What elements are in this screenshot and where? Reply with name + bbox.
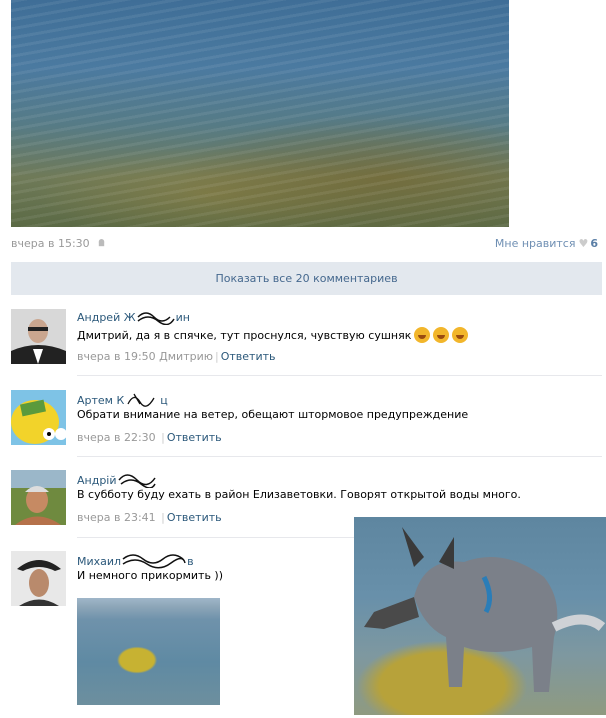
comment: Андрей Жин Дмитрий, да я в спячке, тут п… xyxy=(11,309,602,369)
reply-link[interactable]: Ответить xyxy=(167,431,222,444)
comment-author[interactable]: Андрій xyxy=(77,470,157,488)
reply-link[interactable]: Ответить xyxy=(221,350,276,363)
laugh-emoji-icon xyxy=(433,327,450,343)
comment-author[interactable]: Андрей Жин xyxy=(77,309,190,325)
comment-time[interactable]: вчера в 19:50 xyxy=(77,350,156,363)
comment-text: И немного прикормить )) xyxy=(77,569,224,582)
post-photo[interactable] xyxy=(11,0,509,227)
divider xyxy=(77,456,602,457)
redaction-scribble xyxy=(127,393,155,407)
comment-time[interactable]: вчера в 23:41 xyxy=(77,511,156,524)
like-label: Мне нравится xyxy=(494,237,576,250)
comment-text: Дмитрий, да я в спячке, тут проснулся, ч… xyxy=(77,327,469,343)
avatar[interactable] xyxy=(11,551,66,606)
laugh-emoji-icon xyxy=(414,327,431,343)
heart-icon: ♥ xyxy=(578,237,589,250)
post-meta: вчера в 15:30 xyxy=(11,237,106,250)
like-count: 6 xyxy=(590,237,598,250)
show-all-comments-button[interactable]: Показать все 20 комментариев xyxy=(11,262,602,295)
comment-time[interactable]: вчера в 22:30 xyxy=(77,431,156,444)
laugh-emoji-icon xyxy=(452,327,469,343)
comment-meta: вчера в 23:41 | Ответить xyxy=(77,511,222,524)
reply-link[interactable]: Ответить xyxy=(167,511,222,524)
post-time[interactable]: вчера в 15:30 xyxy=(11,237,90,250)
dog-figure xyxy=(364,527,606,692)
android-icon xyxy=(98,239,105,247)
avatar[interactable] xyxy=(11,390,67,445)
redaction-scribble xyxy=(137,312,175,325)
redaction-scribble xyxy=(122,554,186,569)
dog-photo[interactable] xyxy=(354,517,606,715)
comment: Артем Кц Обрати внимание на ветер, обеща… xyxy=(11,390,602,450)
comment-meta: вчера в 19:50 Дмитрию | Ответить xyxy=(77,350,276,363)
divider xyxy=(77,375,602,376)
comment-text: Обрати внимание на ветер, обещают штормо… xyxy=(77,408,469,421)
avatar[interactable] xyxy=(11,309,66,364)
like-button[interactable]: Мне нравится ♥ 6 xyxy=(495,237,598,250)
avatar[interactable] xyxy=(11,470,66,525)
comment-author[interactable]: Михаил в xyxy=(77,551,194,569)
comment-photo-dog-in-water[interactable] xyxy=(77,598,220,705)
comment-text: В субботу буду ехать в район Елизаветовк… xyxy=(77,488,521,501)
comment-meta: вчера в 22:30 | Ответить xyxy=(77,431,222,444)
comment-author[interactable]: Артем Кц xyxy=(77,390,168,408)
comment-recipient: Дмитрию xyxy=(159,350,213,363)
redaction-scribble xyxy=(117,474,156,488)
